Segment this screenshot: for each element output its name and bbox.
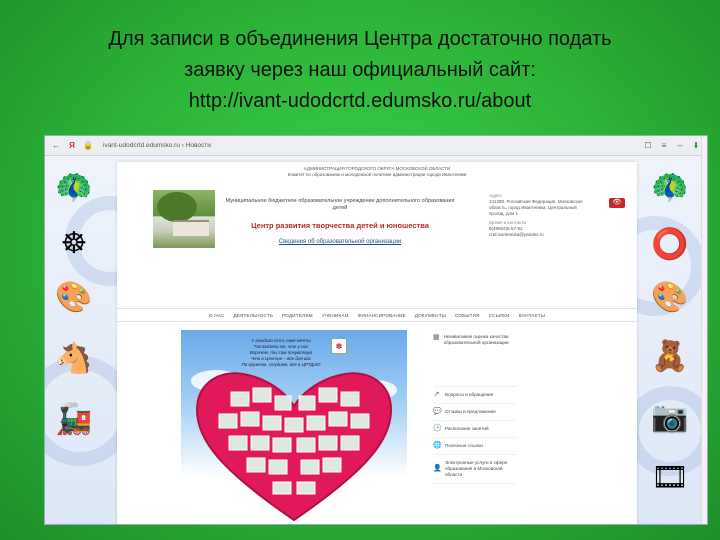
email-text[interactable]: crtd.ivanteevka@yandex.ru: [489, 232, 585, 238]
side-item-label: Расписание занятий: [445, 426, 489, 431]
quality-assessment-link[interactable]: ▦ Независимая оценка качества образовате…: [433, 334, 517, 387]
main-nav: О НАС ДЕЯТЕЛЬНОСТЬ РОДИТЕЛЯМ УЧЕНИКАМ ФИ…: [117, 308, 637, 322]
nav-item[interactable]: СОБЫТИЯ: [455, 313, 480, 318]
nav-item[interactable]: ДЕЯТЕЛЬНОСТЬ: [233, 313, 273, 318]
page-scrollbar[interactable]: [701, 136, 707, 524]
nav-item[interactable]: ДОКУМЕНТЫ: [415, 313, 446, 318]
side-item-label: Полезные ссылки: [445, 443, 483, 448]
side-item-e-services[interactable]: 👤 Электронные услуги в сфере образования…: [433, 455, 517, 484]
side-item-questions[interactable]: ↗ Вопросы и обращения: [433, 387, 517, 404]
right-decor-column: 🦚 ⭕ 🎨 🧸 📷 🎞: [637, 156, 707, 524]
ministry-header: АДМИНИСТРАЦИЯ ГОРОДСКОГО ОКРУГА МОСКОВСК…: [117, 166, 637, 178]
org-short-name: Центр развития творчества детей и юношес…: [251, 221, 429, 230]
ministry-line-2: Комитет по образованию и молодежной поли…: [287, 172, 467, 177]
building-photo: [153, 190, 215, 248]
side-item-links[interactable]: 🌐 Полезные ссылки: [433, 438, 517, 455]
clock-icon: 🕒: [433, 425, 442, 432]
accessibility-eye-button[interactable]: 👁: [609, 198, 625, 208]
arrow-icon: ↗: [433, 391, 440, 398]
grid-icon: ▦: [433, 334, 440, 341]
left-decor-column: 🦚 ☸ 🎨 🐴 🚂: [45, 156, 115, 524]
title-line-2: заявку через наш официальный сайт:: [184, 59, 536, 81]
browser-toolbar: ← Я 🔒 ivant-udodcrtd.edumsko.ru › Новост…: [45, 136, 707, 156]
nav-item[interactable]: О НАС: [209, 313, 224, 318]
website-screenshot: ← Я 🔒 ivant-udodcrtd.edumsko.ru › Новост…: [44, 135, 708, 525]
address-bar[interactable]: ivant-udodcrtd.edumsko.ru › Новости: [99, 140, 215, 152]
org-info-link[interactable]: Сведения об образовательной организации: [225, 239, 455, 245]
yandex-icon[interactable]: Я: [67, 141, 77, 151]
back-icon[interactable]: ←: [51, 141, 61, 151]
side-item-schedule[interactable]: 🕒 Расписание занятий: [433, 421, 517, 438]
ship-wheel-icon: ☸: [60, 226, 88, 260]
film-strip-icon: 🎞: [650, 460, 690, 494]
browser-controls: ☐ ≡ – ⬇: [643, 141, 701, 151]
comment-icon: 💬: [433, 408, 442, 415]
side-item-label: Электронные услуги в сфере образования в…: [445, 460, 508, 477]
peacock-icon: 🦚: [651, 170, 689, 204]
nav-item[interactable]: УЧЕНИКАМ: [322, 313, 349, 318]
side-panel: ▦ Независимая оценка качества образовате…: [433, 334, 517, 484]
side-item-label: Вопросы и обращения: [445, 392, 494, 397]
title-line-1: Для записи в объединения Центра достаточ…: [108, 28, 612, 50]
quality-assessment-text: Независимая оценка качества образователь…: [443, 334, 509, 345]
painted-plate-icon: 🎨: [55, 280, 93, 314]
heart-collage: [195, 372, 393, 522]
bookmark-icon[interactable]: ☐: [643, 141, 653, 151]
contacts-block: Адрес 141280, Российская Федерация, Моск…: [489, 190, 585, 238]
title-line-3: http://ivant-udodcrtd.edumsko.ru/about: [188, 90, 532, 112]
org-full-name: Муниципальное бюджетное образовательное …: [225, 198, 455, 211]
peacock-icon: 🦚: [55, 170, 93, 204]
heart-collage-poster[interactable]: У каждого есть своя мечта Так взгляни же…: [181, 330, 407, 524]
website-content: АДМИНИСТРАЦИЯ ГОРОДСКОГО ОКРУГА МОСКОВСК…: [117, 162, 637, 524]
address-text: 141280, Российская Федерация, Московская…: [489, 199, 583, 216]
palette-icon: 🎨: [651, 280, 689, 314]
page-background: 🦚 ☸ 🎨 🐴 🚂 🦚 ⭕ 🎨 🧸 📷 🎞 АДМИНИСТРАЦИЯ ГОРО…: [45, 156, 707, 524]
user-icon: 👤: [433, 465, 442, 472]
minimize-icon[interactable]: –: [675, 141, 685, 151]
side-item-feedback[interactable]: 💬 Отзывы и предложения: [433, 404, 517, 421]
nav-item[interactable]: КОНТАКТЫ: [519, 313, 545, 318]
side-item-label: Отзывы и предложения: [445, 409, 496, 414]
download-icon[interactable]: ⬇: [691, 141, 701, 151]
teddy-bear-icon: 🧸: [651, 339, 689, 373]
nav-item[interactable]: ФИНАНСИРОВАНИЕ: [358, 313, 406, 318]
toy-horse-icon: 🐴: [55, 341, 93, 375]
toy-train-icon: 🚂: [55, 402, 93, 436]
menu-icon[interactable]: ≡: [659, 141, 669, 151]
camera-icon: 📷: [651, 400, 689, 434]
lock-icon: 🔒: [83, 140, 93, 150]
slide-title: Для записи в объединения Центра достаточ…: [40, 24, 680, 117]
heart-shape: [195, 372, 393, 522]
hoop-icon: ⭕: [651, 227, 689, 261]
organization-block: Муниципальное бюджетное образовательное …: [225, 198, 455, 245]
nav-item[interactable]: РОДИТЕЛЯМ: [282, 313, 313, 318]
nav-item[interactable]: ССЫЛКИ: [489, 313, 510, 318]
globe-icon: 🌐: [433, 442, 442, 449]
